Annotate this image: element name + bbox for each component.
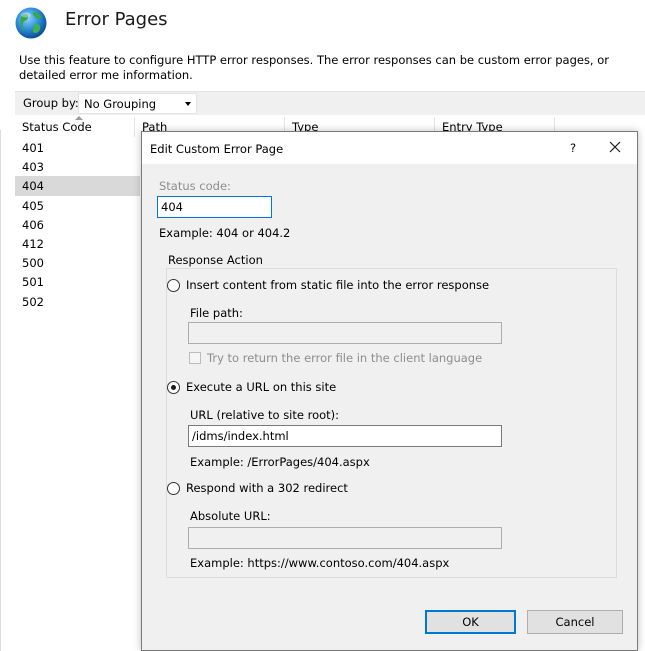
list-item[interactable]: 501: [15, 272, 140, 291]
status-code-label: Status code:: [159, 179, 231, 193]
try-client-language-checkbox[interactable]: [189, 352, 201, 364]
list-item[interactable]: 500: [15, 253, 140, 272]
option-redirect-label: Respond with a 302 redirect: [186, 481, 348, 495]
list-item[interactable]: 412: [15, 234, 140, 253]
dialog-title: Edit Custom Error Page: [150, 142, 284, 156]
absolute-url-field[interactable]: [188, 527, 502, 549]
list-item[interactable]: 401: [15, 138, 140, 157]
page-title: Error Pages: [65, 9, 168, 30]
status-code-list: 401 403 404 405 406 412 500 501 502: [15, 138, 140, 311]
absolute-url-example: Example: https://www.contoso.com/404.asp…: [190, 556, 450, 570]
list-item[interactable]: 502: [15, 292, 140, 311]
url-example: Example: /ErrorPages/404.aspx: [190, 455, 370, 469]
url-field[interactable]: /idms/index.html: [188, 425, 502, 447]
radio-selected-dot: [171, 385, 176, 390]
list-item[interactable]: 405: [15, 196, 140, 215]
list-item[interactable]: 406: [15, 215, 140, 234]
group-by-toolbar: Group by: No Grouping: [15, 91, 645, 115]
status-code-field[interactable]: 404: [157, 196, 272, 218]
try-client-language-label: Try to return the error file in the clie…: [207, 351, 483, 365]
option-static-file-label: Insert content from static file into the…: [186, 278, 490, 292]
pane-divider: [0, 130, 1, 651]
radio-redirect[interactable]: [167, 482, 180, 495]
radio-execute-url[interactable]: [167, 381, 180, 394]
list-item[interactable]: 403: [15, 157, 140, 176]
option-execute-url-label: Execute a URL on this site: [186, 380, 337, 394]
dialog-titlebar[interactable]: Edit Custom Error Page ?: [142, 132, 637, 164]
group-by-dropdown[interactable]: No Grouping: [78, 93, 197, 114]
globe-icon: [14, 6, 48, 40]
list-item-selected[interactable]: 404: [15, 176, 140, 196]
absolute-url-label: Absolute URL:: [190, 509, 271, 523]
file-path-label: File path:: [190, 306, 243, 320]
cancel-button[interactable]: Cancel: [527, 610, 623, 634]
sort-arrow-icon: [75, 116, 83, 120]
ok-button[interactable]: OK: [425, 610, 516, 634]
group-by-value: No Grouping: [84, 97, 157, 111]
url-label: URL (relative to site root):: [190, 408, 340, 422]
response-action-title: Response Action: [166, 253, 265, 267]
close-icon[interactable]: [604, 136, 626, 158]
edit-custom-error-page-dialog: Edit Custom Error Page ? Status code: 40…: [141, 131, 638, 651]
group-by-label: Group by:: [23, 96, 79, 110]
radio-static-file[interactable]: [167, 279, 180, 292]
column-header-status-code[interactable]: Status Code: [15, 116, 135, 137]
file-path-field[interactable]: [188, 322, 502, 344]
status-code-example: Example: 404 or 404.2: [159, 226, 291, 240]
help-button[interactable]: ?: [567, 141, 579, 155]
page-description: Use this feature to configure HTTP error…: [19, 53, 610, 82]
chevron-down-icon: [185, 102, 191, 106]
